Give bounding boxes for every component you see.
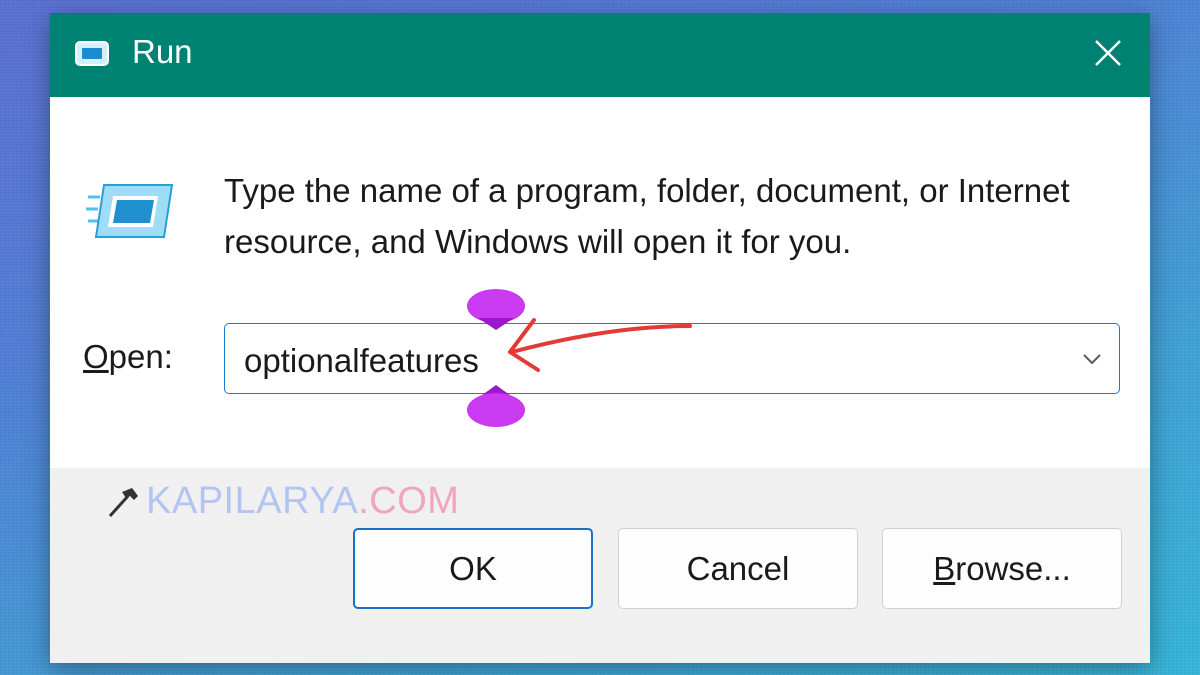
close-icon[interactable] bbox=[1088, 33, 1128, 73]
browse-button[interactable]: Browse... bbox=[882, 528, 1122, 609]
window-title: Run bbox=[132, 33, 193, 70]
run-dialog: Run Type the name of a program, folder, … bbox=[50, 13, 1150, 663]
run-icon bbox=[75, 41, 109, 66]
button-area: KAPILARYA .COM OK Cancel Browse... bbox=[50, 468, 1150, 663]
open-input[interactable]: optionalfeatures bbox=[244, 342, 479, 380]
open-combobox[interactable]: optionalfeatures bbox=[224, 323, 1120, 394]
open-label-accelerator: O bbox=[83, 338, 109, 375]
hammer-icon bbox=[108, 487, 138, 517]
cancel-button[interactable]: Cancel bbox=[618, 528, 858, 609]
ok-button[interactable]: OK bbox=[353, 528, 593, 609]
title-bar: Run bbox=[50, 13, 1150, 97]
open-label: Open: bbox=[83, 338, 173, 376]
watermark-domain: .COM bbox=[358, 480, 460, 522]
browse-accelerator: B bbox=[933, 549, 956, 587]
run-icon bbox=[86, 184, 174, 238]
watermark-text: KAPILARYA bbox=[146, 480, 359, 522]
browse-label: rowse... bbox=[955, 549, 1071, 587]
open-label-text: pen: bbox=[108, 338, 173, 375]
chevron-down-icon[interactable] bbox=[1081, 348, 1103, 370]
run-description: Type the name of a program, folder, docu… bbox=[224, 172, 1070, 260]
watermark: KAPILARYA .COM bbox=[102, 480, 459, 523]
